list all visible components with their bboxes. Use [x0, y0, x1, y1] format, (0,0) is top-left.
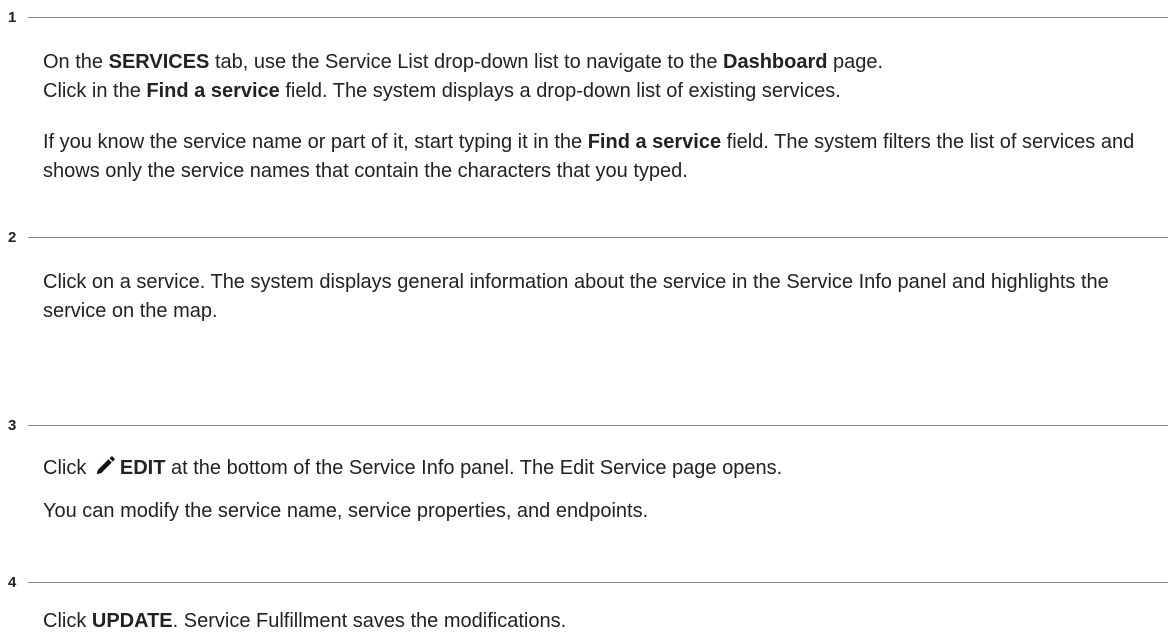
- procedure-steps: 1 On the SERVICES tab, use the Service L…: [0, 0, 1176, 637]
- pencil-icon: [96, 456, 115, 475]
- step-number: 3: [8, 417, 17, 434]
- step-header: 4: [0, 573, 1176, 593]
- step-divider: [28, 237, 1168, 238]
- step-header: 3: [0, 416, 1176, 436]
- step-divider: [28, 425, 1168, 426]
- step-2: 2: [0, 228, 1176, 248]
- step-divider: [28, 17, 1168, 18]
- step-3: 3: [0, 416, 1176, 436]
- step-header: 1: [0, 8, 1176, 28]
- step-1-paragraph-1: On the SERVICES tab, use the Service Lis…: [43, 51, 884, 102]
- step-number: 1: [8, 9, 17, 26]
- step-3-paragraph-1: Click EDIT at the bottom of the Service …: [43, 456, 783, 479]
- step-number: 4: [8, 574, 17, 591]
- step-1: 1: [0, 8, 1176, 28]
- step-2-paragraph-1: Click on a service. The system displays …: [43, 271, 1109, 322]
- step-3-paragraph-2: You can modify the service name, service…: [43, 500, 649, 522]
- step-header: 2: [0, 228, 1176, 248]
- step-4: 4: [0, 573, 1176, 593]
- step-number: 2: [8, 229, 17, 246]
- step-4-paragraph-1: Click UPDATE. Service Fulfillment saves …: [43, 610, 567, 632]
- step-divider: [28, 582, 1168, 583]
- step-1-paragraph-2: If you know the service name or part of …: [43, 131, 1135, 182]
